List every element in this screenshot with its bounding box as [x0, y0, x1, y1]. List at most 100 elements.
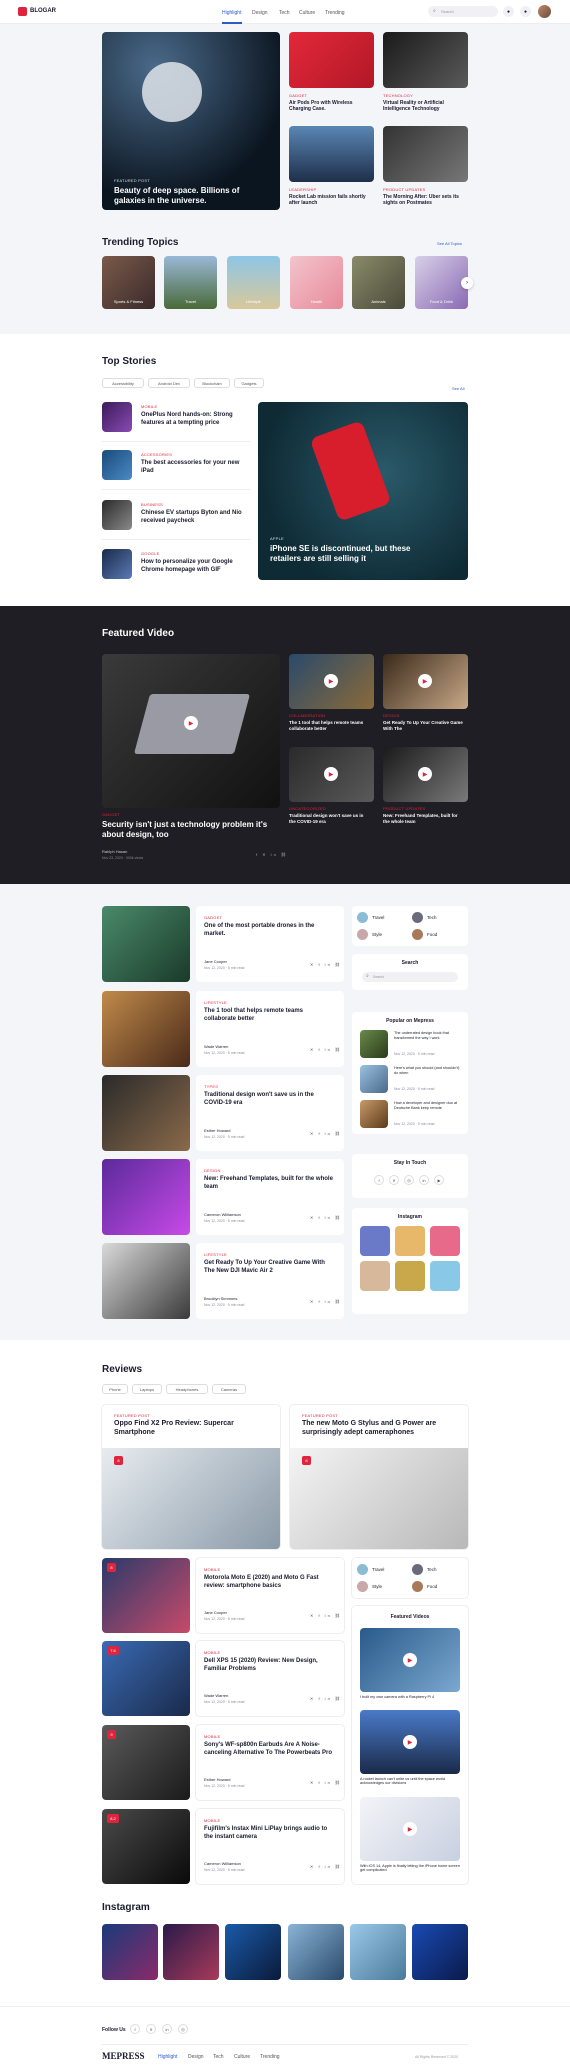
- post-title[interactable]: New: Freehand Templates, built for the w…: [204, 1176, 336, 1191]
- review-card[interactable]: FEATURED POST The new Moto G Stylus and …: [290, 1405, 468, 1549]
- instagram-thumb[interactable]: [430, 1226, 460, 1256]
- sidebar-search-input[interactable]: ⌕ Search: [362, 972, 458, 982]
- review-title[interactable]: Oppo Find X2 Pro Review: Supercar Smartp…: [114, 1420, 264, 1438]
- story-title[interactable]: How to personalize your Google Chrome ho…: [141, 559, 251, 574]
- video-thumb[interactable]: ▶: [383, 654, 468, 709]
- category-food[interactable]: Food: [427, 1584, 437, 1589]
- play-icon[interactable]: ▶: [324, 767, 338, 781]
- post-author[interactable]: Esther Howard: [204, 1128, 230, 1133]
- review-thumb[interactable]: 9: [102, 1725, 190, 1800]
- category-tech[interactable]: Tech: [427, 1567, 437, 1572]
- post-author[interactable]: Jane Cooper: [204, 959, 227, 964]
- post-title[interactable]: Get Ready To Up Your Creative Game With …: [204, 1260, 336, 1275]
- review-thumb[interactable]: 7.6: [102, 1641, 190, 1716]
- popular-item-title[interactable]: The underrated design book that transfor…: [394, 1031, 462, 1040]
- video-thumb[interactable]: ▶: [383, 747, 468, 802]
- footer-link-tech[interactable]: Tech: [213, 2054, 224, 2060]
- review-thumb[interactable]: 8: [102, 1558, 190, 1633]
- review-author[interactable]: Jane Cooper: [204, 1610, 227, 1615]
- post-thumb[interactable]: [102, 1243, 190, 1319]
- see-all-link[interactable]: See All: [452, 386, 464, 391]
- footer-link-culture[interactable]: Culture: [234, 2054, 250, 2060]
- category-travel[interactable]: Travel: [372, 915, 384, 920]
- video-title[interactable]: Get Ready To Up Your Creative Game With …: [383, 720, 465, 731]
- footer-link-trending[interactable]: Trending: [260, 2054, 280, 2060]
- tab-laptops[interactable]: Laptops: [132, 1384, 162, 1394]
- play-icon[interactable]: ▶: [418, 674, 432, 688]
- category-tech[interactable]: Tech: [427, 915, 437, 920]
- review-author[interactable]: Esther Howard: [204, 1777, 230, 1782]
- airpods-image[interactable]: [289, 32, 374, 88]
- video-title[interactable]: New: Freehand Templates, built for the w…: [383, 813, 465, 824]
- post-title[interactable]: The 1 tool that helps remote teams colla…: [204, 1008, 336, 1023]
- play-icon[interactable]: ▶: [418, 767, 432, 781]
- play-icon[interactable]: ▶: [184, 716, 198, 730]
- nav-trending[interactable]: Trending: [325, 10, 345, 16]
- video-title[interactable]: Traditional design won't save us in the …: [289, 813, 371, 824]
- footer-link-highlight[interactable]: Highlight: [158, 2054, 177, 2060]
- video-title[interactable]: I built my own camera with a Raspberry P…: [360, 1695, 460, 1699]
- nav-tech[interactable]: Tech: [279, 10, 290, 16]
- share-icons[interactable]: ✕ f in ⛓: [310, 1131, 342, 1136]
- review-list-card[interactable]: MOBILE Fujifilm's Instax Mini LiPlay bri…: [196, 1809, 344, 1884]
- instagram-thumb[interactable]: [102, 1924, 158, 1980]
- tab-cameras[interactable]: Cameras: [212, 1384, 246, 1394]
- play-icon[interactable]: ▶: [403, 1735, 417, 1749]
- popular-item-title[interactable]: How a developer and designer duo at Deut…: [394, 1101, 462, 1110]
- share-icons[interactable]: ✕ f in ⛓: [310, 1215, 342, 1220]
- share-icons[interactable]: ✕ f in ⛓: [310, 1047, 342, 1052]
- category-travel[interactable]: Travel: [372, 1567, 384, 1572]
- tab-blockchain[interactable]: Blockchain: [194, 378, 230, 388]
- feature-title[interactable]: iPhone SE is discontinued, but these ret…: [270, 544, 440, 564]
- footer-link-design[interactable]: Design: [188, 2054, 204, 2060]
- instagram-thumb[interactable]: [395, 1226, 425, 1256]
- video-main-title[interactable]: Security isn't just a technology problem…: [102, 820, 280, 840]
- post-card[interactable]: DESIGN New: Freehand Templates, built fo…: [196, 1159, 344, 1235]
- story-title[interactable]: OnePlus Nord hands-on: Strong features a…: [141, 412, 251, 427]
- bell-icon[interactable]: ●: [503, 6, 514, 17]
- post-card[interactable]: LIFESTYLE The 1 tool that helps remote t…: [196, 991, 344, 1067]
- video-thumb[interactable]: ▶: [289, 747, 374, 802]
- chevron-right-icon[interactable]: ›: [461, 277, 473, 289]
- hero-main-card[interactable]: FEATURED POST Beauty of deep space. Bill…: [102, 32, 280, 210]
- instagram-thumb[interactable]: [350, 1924, 406, 1980]
- topic-card[interactable]: Sports & Fitness: [102, 256, 155, 309]
- tab-headphones[interactable]: Headphones: [166, 1384, 208, 1394]
- story-thumb[interactable]: [102, 450, 132, 480]
- popular-thumb[interactable]: [360, 1030, 388, 1058]
- instagram-thumb[interactable]: [395, 1261, 425, 1291]
- story-thumb[interactable]: [102, 402, 132, 432]
- topic-card[interactable]: Travel: [164, 256, 217, 309]
- post-thumb[interactable]: [102, 906, 190, 982]
- nav-highlight[interactable]: Highlight: [222, 10, 241, 16]
- video-main-thumb[interactable]: ▶: [102, 654, 280, 808]
- share-icons[interactable]: ✕ f in ⛓: [310, 962, 342, 967]
- instagram-thumb[interactable]: [225, 1924, 281, 1980]
- review-title[interactable]: Dell XPS 15 (2020) Review: New Design, F…: [204, 1658, 336, 1673]
- story-thumb[interactable]: [102, 500, 132, 530]
- review-list-card[interactable]: MOBILE Dell XPS 15 (2020) Review: New De…: [196, 1641, 344, 1716]
- review-author[interactable]: Cameron Williamson: [204, 1861, 241, 1866]
- post-card[interactable]: TYPES Traditional design won't save us i…: [196, 1075, 344, 1151]
- share-icons[interactable]: ✕ f in ⛓: [310, 1780, 342, 1785]
- moon-icon[interactable]: ●: [520, 6, 531, 17]
- play-icon[interactable]: ▶: [403, 1653, 417, 1667]
- review-author[interactable]: Wade Warren: [204, 1693, 228, 1698]
- post-thumb[interactable]: [102, 1159, 190, 1235]
- iphone-feature-card[interactable]: APPLE iPhone SE is discontinued, but the…: [258, 402, 468, 580]
- video-author[interactable]: Rahlph Hasan: [102, 849, 127, 854]
- popular-thumb[interactable]: [360, 1065, 388, 1093]
- tab-phone[interactable]: Phone: [102, 1384, 128, 1394]
- nav-culture[interactable]: Culture: [299, 10, 315, 16]
- post-thumb[interactable]: [102, 991, 190, 1067]
- share-icons[interactable]: f ✕ in ⛓: [256, 852, 288, 857]
- story-thumb[interactable]: [102, 549, 132, 579]
- video-thumb[interactable]: ▶: [289, 654, 374, 709]
- youtube-icon[interactable]: ▶: [434, 1175, 444, 1185]
- review-title[interactable]: The new Moto G Stylus and G Power are su…: [302, 1420, 452, 1438]
- uber-image[interactable]: [383, 126, 468, 182]
- video-title[interactable]: With iOS 14, Apple is finally letting th…: [360, 1864, 460, 1872]
- hero-item-title[interactable]: Air Pods Pro with Wireless Charging Case…: [289, 100, 374, 113]
- category-style[interactable]: Style: [372, 932, 382, 937]
- footer-logo[interactable]: MEPRESS: [102, 2051, 145, 2061]
